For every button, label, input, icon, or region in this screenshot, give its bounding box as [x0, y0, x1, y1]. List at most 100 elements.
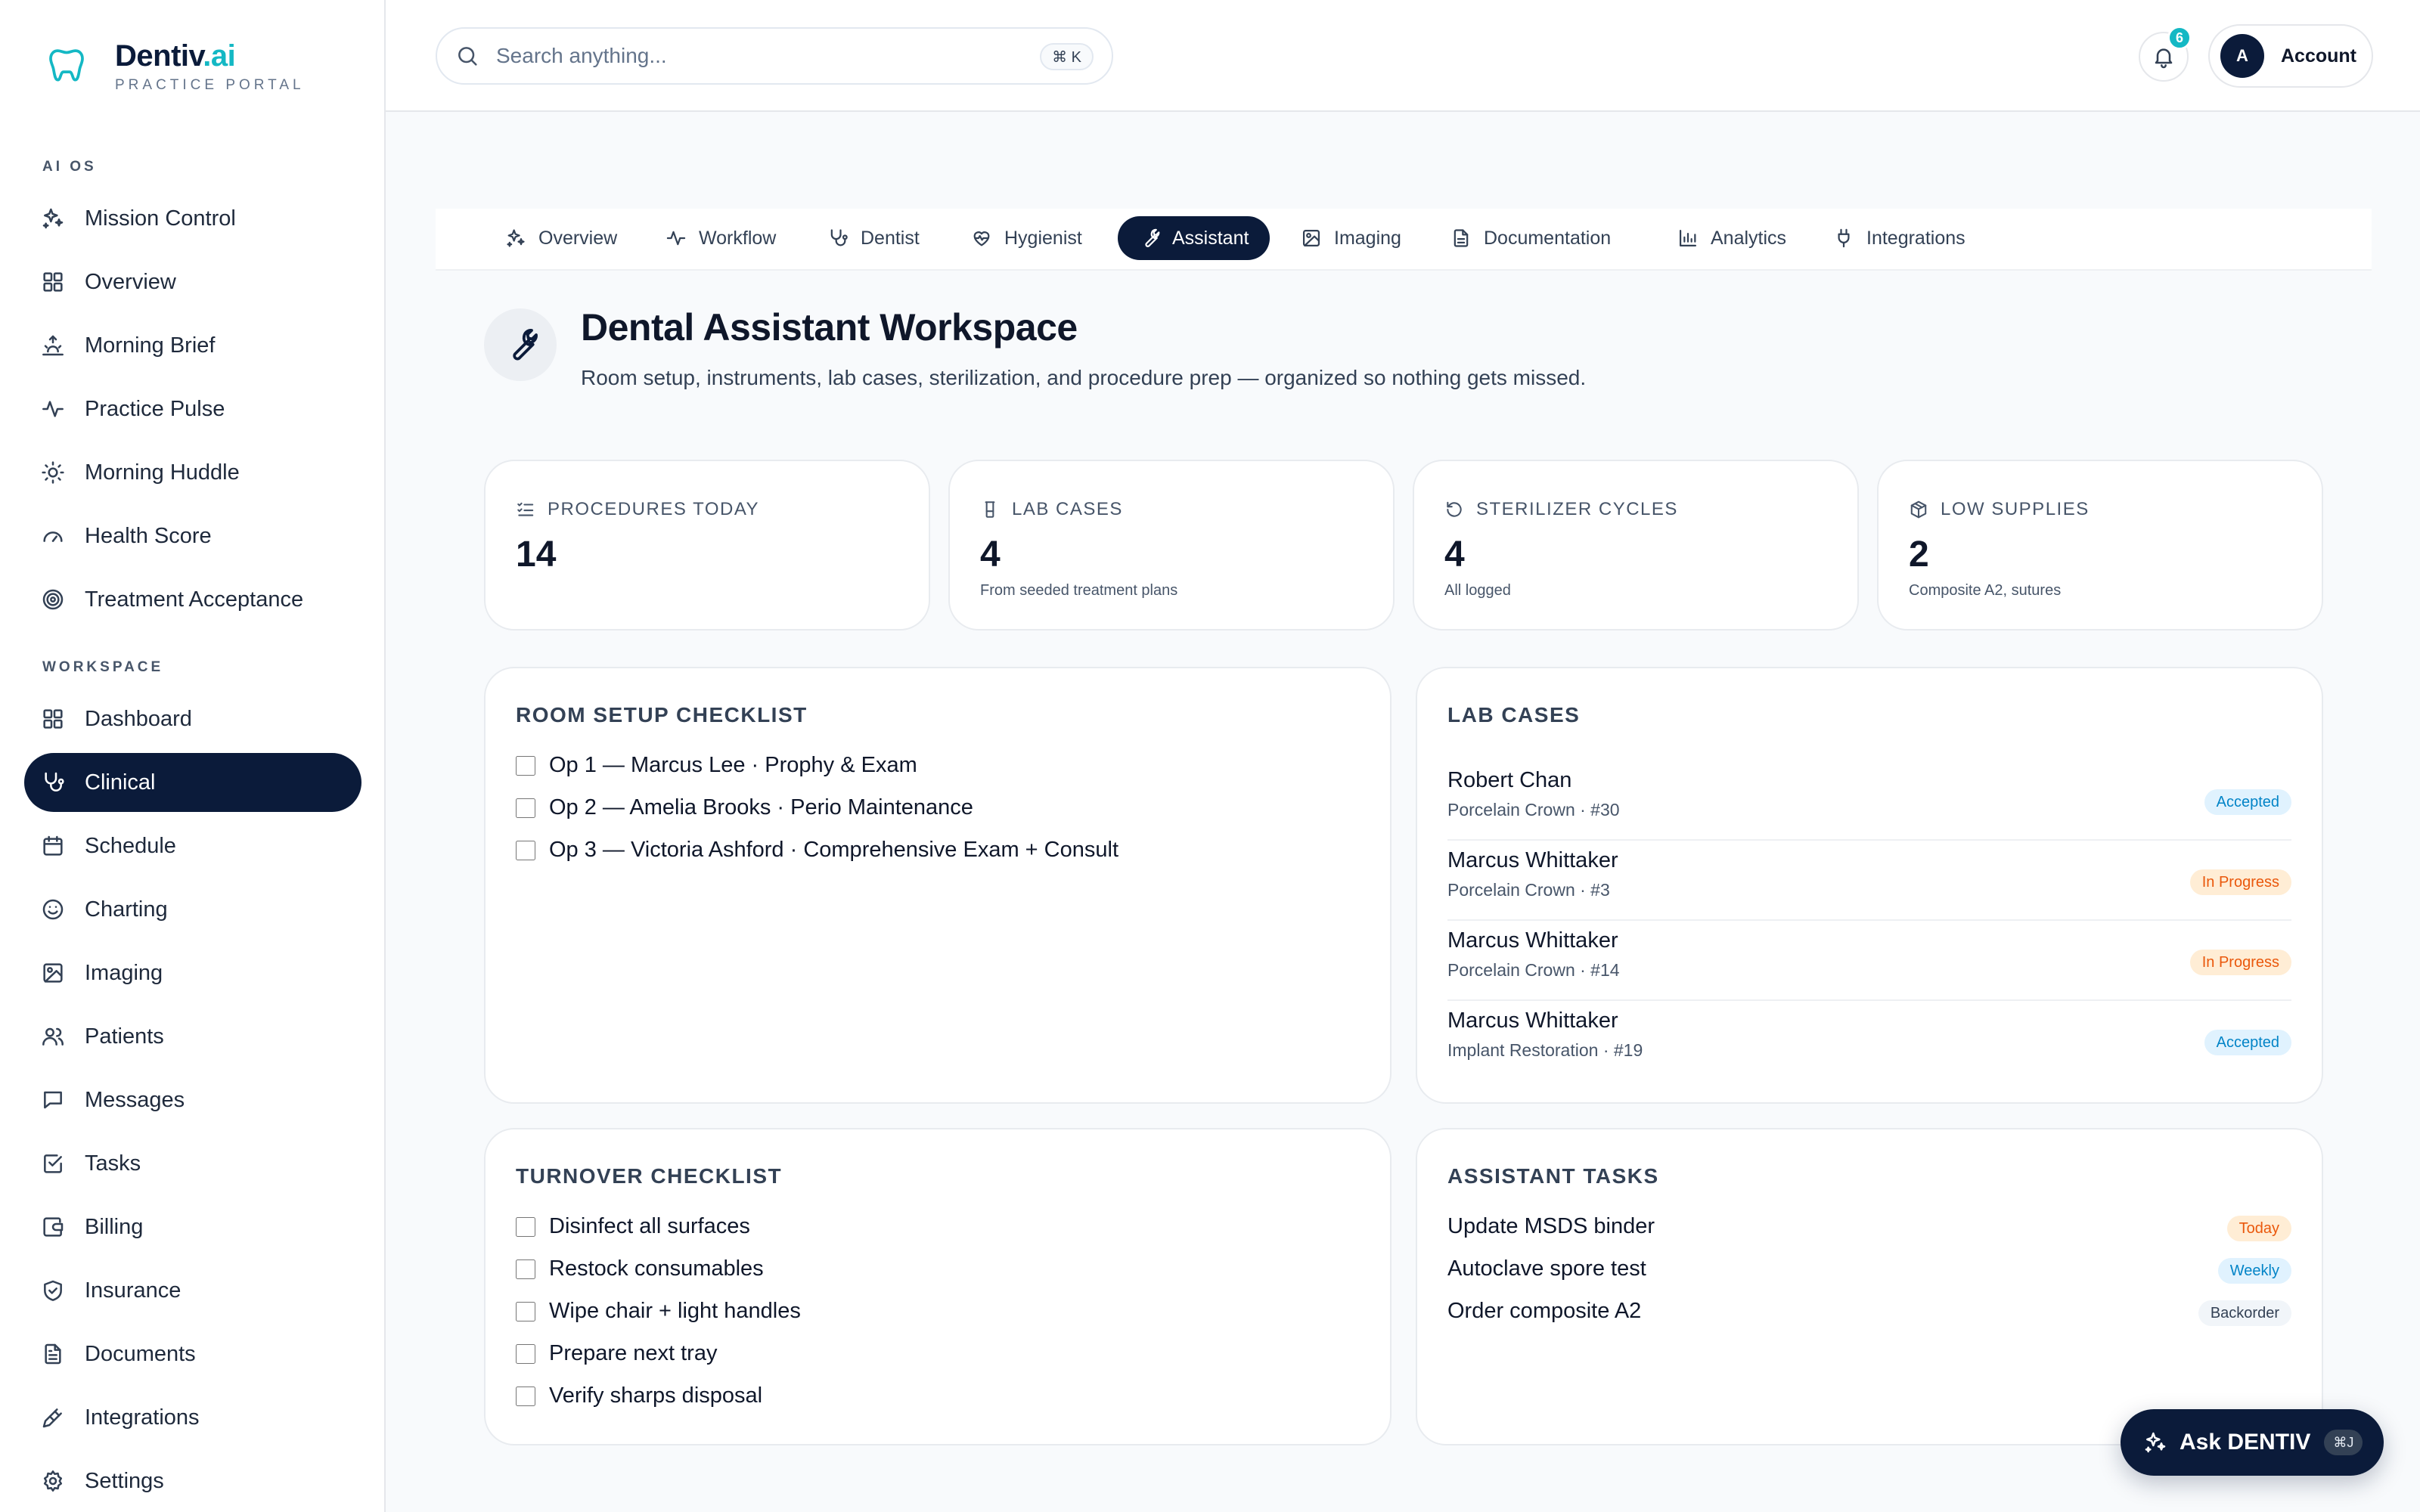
sparkles-icon — [505, 228, 526, 249]
stat-value: 2 — [1909, 534, 1929, 575]
stat-note: Composite A2, sutures — [1909, 582, 2062, 599]
sidebar-item-documents[interactable]: Documents — [24, 1325, 361, 1383]
users-icon — [41, 1024, 65, 1049]
lab-case-patient: Marcus Whittaker — [1447, 848, 1618, 872]
status-badge: In Progress — [2189, 950, 2291, 975]
sidebar-item-morning-huddle[interactable]: Morning Huddle — [24, 443, 361, 502]
tab-assistant[interactable]: Assistant — [1118, 216, 1270, 260]
notifications-button[interactable]: 6 — [2139, 26, 2192, 82]
lab-case-row[interactable]: Marcus Whittaker Implant Restoration · #… — [1447, 1001, 2291, 1081]
flask-icon — [980, 500, 1000, 519]
stat-label: LOW SUPPLIES — [1941, 499, 2090, 519]
checklist-item[interactable]: Verify sharps disposal — [516, 1383, 762, 1408]
sidebar-item-dashboard[interactable]: Dashboard — [24, 689, 361, 748]
checklist-item[interactable]: Op 3 — Victoria Ashford · Comprehensive … — [516, 838, 1118, 863]
task-row[interactable]: Order composite A2 Backorder — [1447, 1299, 2291, 1329]
panel-title: LAB CASES — [1447, 703, 1581, 727]
sidebar-item-overview[interactable]: Overview — [24, 253, 361, 311]
lab-case-row[interactable]: Marcus Whittaker Porcelain Crown · #14 I… — [1447, 921, 2291, 1001]
checklist-item[interactable]: Op 2 — Amelia Brooks · Perio Maintenance — [516, 795, 973, 820]
workspace-badge — [484, 308, 557, 381]
sparkles-icon — [41, 206, 65, 231]
section-label-ai-os: AI OS — [42, 159, 97, 175]
lab-case-patient: Robert Chan — [1447, 768, 1572, 792]
sidebar-item-schedule[interactable]: Schedule — [24, 816, 361, 875]
tab-integrations[interactable]: Integrations — [1812, 216, 1987, 260]
sidebar-item-treatment-acceptance[interactable]: Treatment Acceptance — [24, 570, 361, 629]
checklist-checkbox[interactable] — [516, 1386, 535, 1406]
task-row[interactable]: Autoclave spore test Weekly — [1447, 1256, 2291, 1287]
checklist-checkbox[interactable] — [516, 1343, 535, 1364]
task-label: Order composite A2 — [1447, 1299, 1642, 1323]
sidebar-item-billing[interactable]: Billing — [24, 1198, 361, 1256]
stat-card-sterilizer: STERILIZER CYCLES 4 All logged — [1413, 460, 1859, 631]
tab-dentist[interactable]: Dentist — [806, 216, 941, 260]
panel-title: TURNOVER CHECKLIST — [516, 1164, 783, 1188]
sidebar-item-label: Charting — [85, 897, 168, 922]
wallet-icon — [41, 1215, 65, 1239]
stat-card-procedures: PROCEDURES TODAY 14 — [484, 460, 930, 631]
checklist-checkbox[interactable] — [516, 755, 535, 776]
sidebar-item-practice-pulse[interactable]: Practice Pulse — [24, 380, 361, 438]
search-box[interactable]: ⌘ K — [436, 27, 1113, 85]
tab-workflow[interactable]: Workflow — [644, 216, 797, 260]
task-row[interactable]: Update MSDS binder Today — [1447, 1214, 2291, 1244]
lab-case-row[interactable]: Robert Chan Porcelain Crown · #30 Accept… — [1447, 761, 2291, 841]
sun-icon — [41, 460, 65, 485]
package-icon — [1909, 500, 1928, 519]
lab-case-row[interactable]: Marcus Whittaker Porcelain Crown · #3 In… — [1447, 841, 2291, 921]
checklist-item[interactable]: Restock consumables — [516, 1256, 764, 1281]
sidebar-item-label: Schedule — [85, 833, 176, 858]
checklist-item[interactable]: Wipe chair + light handles — [516, 1299, 801, 1324]
turnover-checklist: TURNOVER CHECKLIST Disinfect all surface… — [484, 1128, 1392, 1445]
sidebar-item-health-score[interactable]: Health Score — [24, 507, 361, 565]
sidebar-item-label: Messages — [85, 1087, 185, 1112]
tab-hygienist[interactable]: Hygienist — [950, 216, 1103, 260]
sidebar-item-integrations[interactable]: Integrations — [24, 1388, 361, 1447]
sidebar-item-insurance[interactable]: Insurance — [24, 1261, 361, 1320]
tab-imaging[interactable]: Imaging — [1280, 216, 1423, 260]
sidebar-item-messages[interactable]: Messages — [24, 1070, 361, 1129]
checklist-checkbox[interactable] — [516, 1259, 535, 1279]
ask-dentiv-button[interactable]: Ask DENTIV ⌘J — [2121, 1409, 2384, 1476]
tab-label: Integrations — [1866, 227, 1965, 249]
tab-label: Workflow — [699, 227, 777, 249]
tab-analytics[interactable]: Analytics — [1656, 216, 1807, 260]
sidebar-item-tasks[interactable]: Tasks — [24, 1134, 361, 1193]
tab-overview[interactable]: Overview — [484, 216, 638, 260]
sidebar-item-patients[interactable]: Patients — [24, 1007, 361, 1066]
checklist-checkbox[interactable] — [516, 1216, 535, 1237]
tab-documentation[interactable]: Documentation — [1429, 216, 1632, 260]
sidebar-item-label: Mission Control — [85, 206, 236, 231]
checklist-label: Restock consumables — [549, 1256, 764, 1281]
checklist-checkbox[interactable] — [516, 840, 535, 860]
sidebar-item-morning-brief[interactable]: Morning Brief — [24, 316, 361, 375]
checklist-item[interactable]: Op 1 — Marcus Lee · Prophy & Exam — [516, 753, 917, 778]
status-badge: Accepted — [2204, 789, 2291, 815]
sidebar-item-mission-control[interactable]: Mission Control — [24, 189, 361, 248]
sidebar-item-label: Documents — [85, 1341, 196, 1366]
status-badge: Accepted — [2204, 1030, 2291, 1055]
sidebar-item-label: Insurance — [85, 1278, 182, 1303]
checklist-item[interactable]: Prepare next tray — [516, 1341, 717, 1366]
lab-case-detail: Porcelain Crown · #14 — [1447, 960, 1620, 980]
search-input[interactable] — [496, 44, 1010, 68]
sunrise-icon — [41, 333, 65, 358]
sidebar-item-label: Morning Huddle — [85, 460, 240, 485]
task-tag: Backorder — [2198, 1300, 2291, 1326]
wrench-icon — [502, 327, 538, 363]
sidebar-item-settings[interactable]: Settings — [24, 1452, 361, 1510]
checklist-item[interactable]: Disinfect all surfaces — [516, 1214, 750, 1239]
checklist-checkbox[interactable] — [516, 1301, 535, 1321]
tab-label: Documentation — [1484, 227, 1612, 249]
brand[interactable]: Dentiv.ai PRACTICE PORTAL — [45, 38, 305, 94]
sparkles-icon — [2143, 1430, 2167, 1455]
sidebar-item-imaging[interactable]: Imaging — [24, 943, 361, 1002]
account-button[interactable]: A Account — [2208, 24, 2373, 88]
sidebar-item-clinical[interactable]: Clinical — [24, 753, 361, 812]
tab-label: Imaging — [1334, 227, 1401, 249]
sidebar-item-label: Settings — [85, 1468, 164, 1493]
ask-label: Ask DENTIV — [2180, 1430, 2311, 1455]
sidebar-item-charting[interactable]: Charting — [24, 880, 361, 939]
checklist-checkbox[interactable] — [516, 798, 535, 818]
